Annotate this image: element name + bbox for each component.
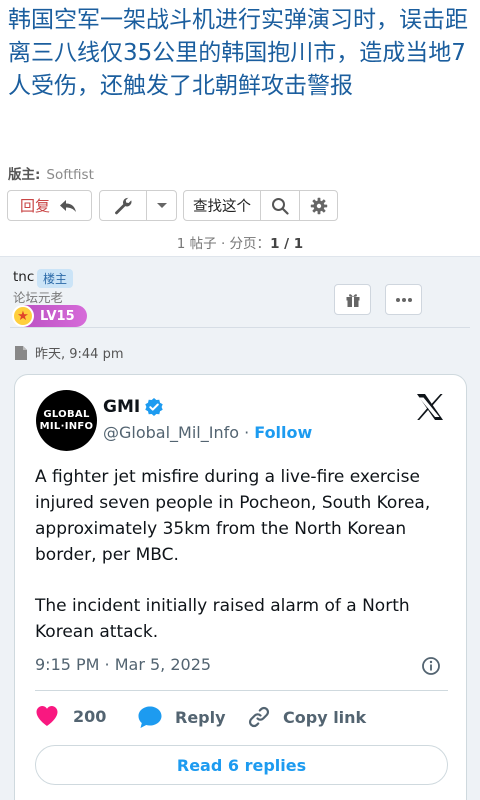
- tweet-text: A fighter jet misfire during a live-fire…: [35, 464, 455, 645]
- tweet-separator: [35, 690, 448, 691]
- x-logo-icon[interactable]: [415, 393, 445, 425]
- reply-label: Reply: [175, 707, 226, 727]
- tweet-author-name[interactable]: GMI: [103, 397, 164, 417]
- tweet-paragraph-2: The incident initially raised alarm of a…: [35, 596, 410, 642]
- reply-button-label: 回复: [20, 197, 51, 215]
- info-icon[interactable]: [421, 656, 441, 680]
- link-icon: [248, 706, 270, 728]
- reply-button[interactable]: 回复: [7, 190, 92, 221]
- moderator-label: 版主:: [8, 167, 41, 183]
- search-button[interactable]: [261, 191, 300, 220]
- star-icon: ★: [12, 305, 34, 327]
- tweet-paragraph-1: A fighter jet misfire during a live-fire…: [35, 467, 431, 565]
- topic-search[interactable]: 查找这个: [183, 190, 338, 221]
- caret-down-icon: [156, 202, 167, 208]
- gift-icon: [346, 293, 359, 307]
- topic-search-input[interactable]: 查找这个: [184, 191, 261, 220]
- level-badge: ★ LV15: [12, 305, 87, 327]
- moderator-line: 版主: Softfist: [8, 163, 94, 183]
- op-badge: 楼主: [37, 269, 74, 288]
- post: tnc 楼主 论坛元老 ★ LV15 昨天, 9:44 pm GLOBAL MI…: [0, 256, 480, 800]
- thread-title[interactable]: 韩国空军一架战斗机进行实弹演习时，误击距离三八线仅35公里的韩国抱川市，造成当地…: [8, 4, 474, 103]
- pagination-count: 1 帖子 · 分页：: [176, 236, 271, 252]
- reply-arrow-icon: [60, 199, 77, 212]
- level-label: LV15: [40, 308, 75, 324]
- copy-link-button[interactable]: Copy link: [247, 705, 366, 729]
- post-author[interactable]: tnc: [13, 269, 34, 285]
- advanced-search-button[interactable]: [300, 191, 337, 220]
- post-timestamp[interactable]: 昨天, 9:44 pm: [15, 343, 124, 362]
- tweet-author-name-text: GMI: [103, 397, 141, 417]
- gift-button[interactable]: [334, 284, 371, 315]
- reply-tweet-button[interactable]: Reply: [137, 705, 226, 729]
- more-dots-icon: [395, 297, 412, 302]
- like-count: 200: [73, 706, 107, 726]
- post-time-label: 昨天, 9:44 pm: [35, 347, 124, 362]
- embedded-tweet[interactable]: GLOBAL MIL·INFO GMI @Global_Mil_Info · F…: [14, 374, 467, 800]
- heart-icon: [36, 706, 58, 726]
- avatar-line-1: GLOBAL: [43, 408, 90, 420]
- wrench-icon: [115, 197, 132, 214]
- tools-button[interactable]: [100, 191, 147, 220]
- reply-bubble-icon: [138, 706, 162, 728]
- file-icon: [15, 345, 27, 360]
- search-icon: [272, 197, 289, 215]
- avatar-line-2: MIL·INFO: [39, 420, 94, 432]
- pagination-page: 1 / 1: [270, 236, 304, 252]
- gmi-avatar[interactable]: GLOBAL MIL·INFO: [36, 390, 97, 451]
- tweet-date[interactable]: 9:15 PM · Mar 5, 2025: [35, 655, 211, 674]
- post-divider: [10, 327, 470, 328]
- tweet-handle-line: @Global_Mil_Info · Follow: [103, 423, 312, 442]
- follow-link[interactable]: Follow: [254, 423, 312, 442]
- like-button[interactable]: 200: [35, 705, 106, 727]
- copy-link-label: Copy link: [283, 707, 367, 727]
- read-replies-button[interactable]: Read 6 replies: [35, 745, 448, 785]
- gear-icon: [310, 197, 327, 214]
- more-options-button[interactable]: [385, 284, 422, 315]
- user-rank-title: 论坛元老: [13, 290, 64, 305]
- tools-caret[interactable]: [147, 191, 176, 220]
- moderator-name[interactable]: Softfist: [46, 167, 93, 183]
- handle-separator: ·: [239, 423, 255, 442]
- verified-badge-icon: [145, 398, 163, 416]
- tweet-handle[interactable]: @Global_Mil_Info: [103, 423, 239, 442]
- tools-dropdown[interactable]: [99, 190, 177, 221]
- pagination: 1 帖子 · 分页：1 / 1: [0, 232, 480, 252]
- tweet-actions: 200 Reply Copy link: [35, 705, 448, 731]
